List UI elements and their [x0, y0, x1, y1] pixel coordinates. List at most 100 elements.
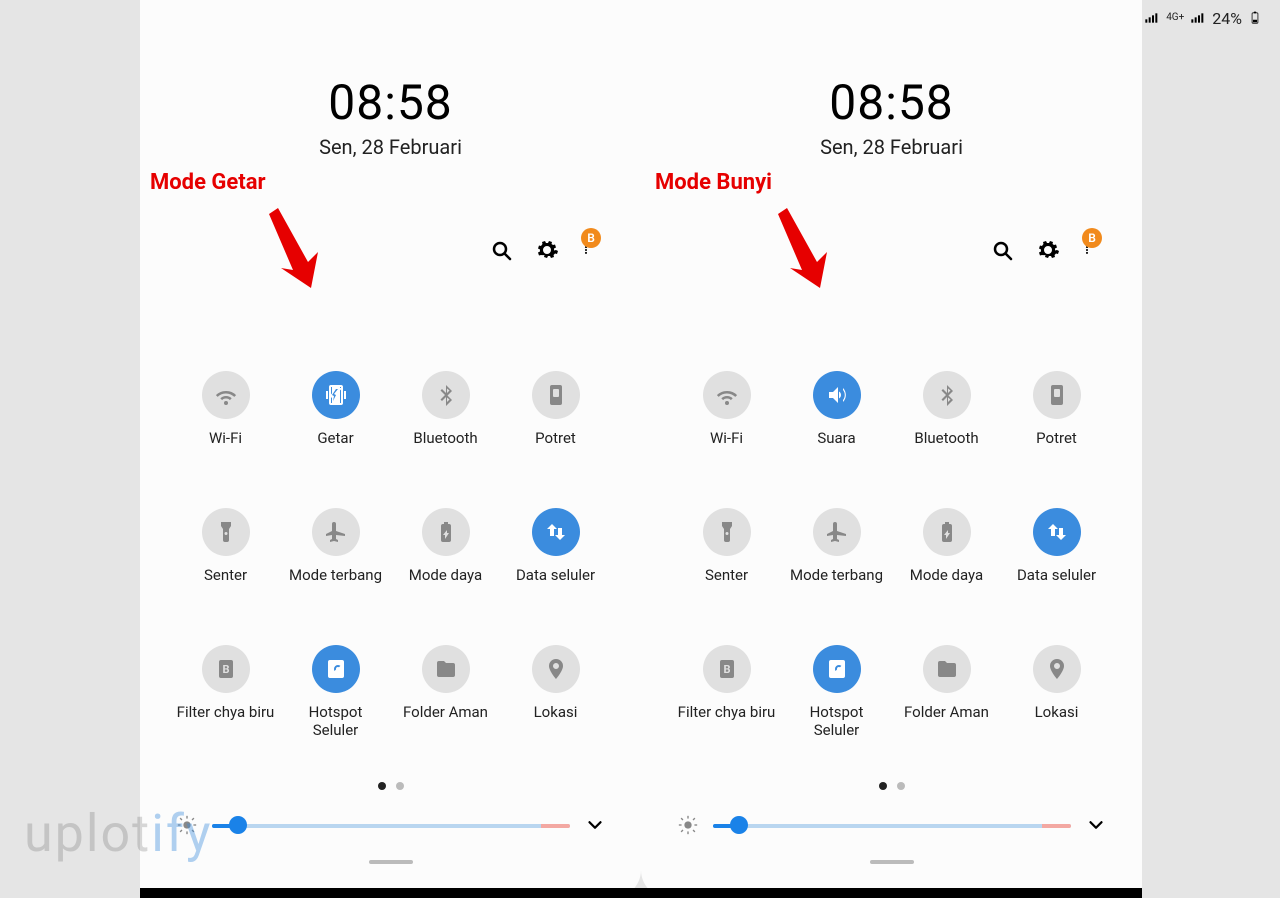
tile-vibrate[interactable]: Getar	[281, 371, 391, 448]
dot-2	[396, 782, 404, 790]
wifi-icon	[202, 371, 250, 419]
tile-label: Wi-Fi	[209, 429, 242, 448]
vibrate-icon	[312, 371, 360, 419]
tile-hotspot[interactable]: Hotspot Seluler	[281, 645, 391, 741]
folder-icon	[923, 645, 971, 693]
tile-flashlight[interactable]: Senter	[672, 508, 782, 585]
battery-icon	[1248, 8, 1262, 28]
airplane-icon	[813, 508, 861, 556]
signal-icon-1	[1144, 10, 1160, 26]
folder-icon	[422, 645, 470, 693]
tile-label: Data seluler	[516, 566, 595, 585]
tile-airplane[interactable]: Mode terbang	[782, 508, 892, 585]
bluelight-icon	[703, 645, 751, 693]
location-icon	[532, 645, 580, 693]
qs-grid: Wi-Fi Getar Bluetooth Potret Senter Mode terb…	[171, 371, 611, 740]
airplane-icon	[312, 508, 360, 556]
tile-label: Mode terbang	[289, 566, 382, 585]
chevron-down-icon[interactable]	[584, 814, 606, 836]
tile-label: Getar	[317, 429, 353, 448]
tile-portrait[interactable]: Potret	[1002, 371, 1112, 448]
date: Sen, 28 Februari	[319, 135, 462, 159]
settings-button[interactable]	[535, 238, 559, 266]
tile-label: Data seluler	[1017, 566, 1096, 585]
more-button[interactable]: B	[1082, 238, 1092, 266]
bluelight-icon	[202, 645, 250, 693]
bluetooth-icon	[422, 371, 470, 419]
tile-portrait[interactable]: Potret	[501, 371, 611, 448]
portrait-icon	[532, 371, 580, 419]
brightness-slider[interactable]	[212, 815, 570, 835]
notif-badge: B	[581, 228, 601, 248]
chevron-down-icon[interactable]	[1085, 814, 1107, 836]
slider-thumb[interactable]	[730, 816, 748, 834]
tile-data[interactable]: Data seluler	[1002, 508, 1112, 585]
settings-button[interactable]	[1036, 238, 1060, 266]
tile-airplane[interactable]: Mode terbang	[281, 508, 391, 585]
data-icon	[532, 508, 580, 556]
flashlight-icon	[703, 508, 751, 556]
hotspot-icon	[813, 645, 861, 693]
slider-thumb[interactable]	[229, 816, 247, 834]
bluetooth-icon	[923, 371, 971, 419]
tile-wifi[interactable]: Wi-Fi	[672, 371, 782, 448]
tile-hotspot[interactable]: Hotspot Seluler	[782, 645, 892, 741]
tile-label: Hotspot Seluler	[286, 703, 386, 741]
watermark: uplotify	[24, 803, 213, 864]
gear-icon	[535, 238, 559, 262]
brightness-row	[677, 814, 1107, 836]
brightness-slider[interactable]	[713, 815, 1071, 835]
tile-flashlight[interactable]: Senter	[171, 508, 281, 585]
dot-2	[897, 782, 905, 790]
tile-bluelight[interactable]: Filter chya biru	[672, 645, 782, 741]
tile-bluetooth[interactable]: Bluetooth	[391, 371, 501, 448]
page-dots	[879, 782, 905, 790]
wifi-icon	[703, 371, 751, 419]
more-button[interactable]: B	[581, 238, 591, 266]
gear-icon	[1036, 238, 1060, 262]
battery-icon	[923, 508, 971, 556]
toolbar: B	[489, 238, 591, 266]
tile-data[interactable]: Data seluler	[501, 508, 611, 585]
page-dots	[378, 782, 404, 790]
tile-label: Mode daya	[910, 566, 983, 585]
tile-label: Hotspot Seluler	[787, 703, 887, 741]
sun-icon	[677, 814, 699, 836]
tile-battery[interactable]: Mode daya	[892, 508, 1002, 585]
tile-wifi[interactable]: Wi-Fi	[171, 371, 281, 448]
tile-label: Potret	[535, 429, 576, 448]
battery-icon	[422, 508, 470, 556]
nav-handle[interactable]	[369, 860, 413, 864]
tile-label: Mode daya	[409, 566, 482, 585]
tile-bluelight[interactable]: Filter chya biru	[171, 645, 281, 741]
tile-label: Senter	[204, 566, 247, 585]
search-button[interactable]	[489, 238, 513, 266]
dot-1	[879, 782, 887, 790]
annotation-left: Mode Getar	[150, 170, 266, 195]
time: 08:58	[829, 74, 954, 131]
tile-folder[interactable]: Folder Aman	[391, 645, 501, 741]
tile-bluetooth[interactable]: Bluetooth	[892, 371, 1002, 448]
tile-location[interactable]: Lokasi	[1002, 645, 1112, 741]
tile-battery[interactable]: Mode daya	[391, 508, 501, 585]
nav-handle[interactable]	[870, 860, 914, 864]
dot-1	[378, 782, 386, 790]
tile-folder[interactable]: Folder Aman	[892, 645, 1002, 741]
date: Sen, 28 Februari	[820, 135, 963, 159]
signal-icon-2	[1190, 10, 1206, 26]
battery-percent: 24%	[1212, 9, 1242, 28]
data-icon	[1033, 508, 1081, 556]
tile-sound[interactable]: Suara	[782, 371, 892, 448]
black-strip	[140, 888, 1142, 898]
tile-label: Wi-Fi	[710, 429, 743, 448]
tile-label: Mode terbang	[790, 566, 883, 585]
tile-location[interactable]: Lokasi	[501, 645, 611, 741]
tile-label: Folder Aman	[403, 703, 488, 722]
location-icon	[1033, 645, 1081, 693]
search-button[interactable]	[990, 238, 1014, 266]
search-icon	[990, 238, 1014, 262]
tile-label: Filter chya biru	[678, 703, 776, 722]
portrait-icon	[1033, 371, 1081, 419]
qs-grid: Wi-Fi SuaraBluetoothPotret Senter Mode terb…	[672, 371, 1112, 740]
panels-wrap: 08:58 Sen, 28 Februari B Wi-Fi Getar Bluetoot…	[140, 0, 1142, 898]
